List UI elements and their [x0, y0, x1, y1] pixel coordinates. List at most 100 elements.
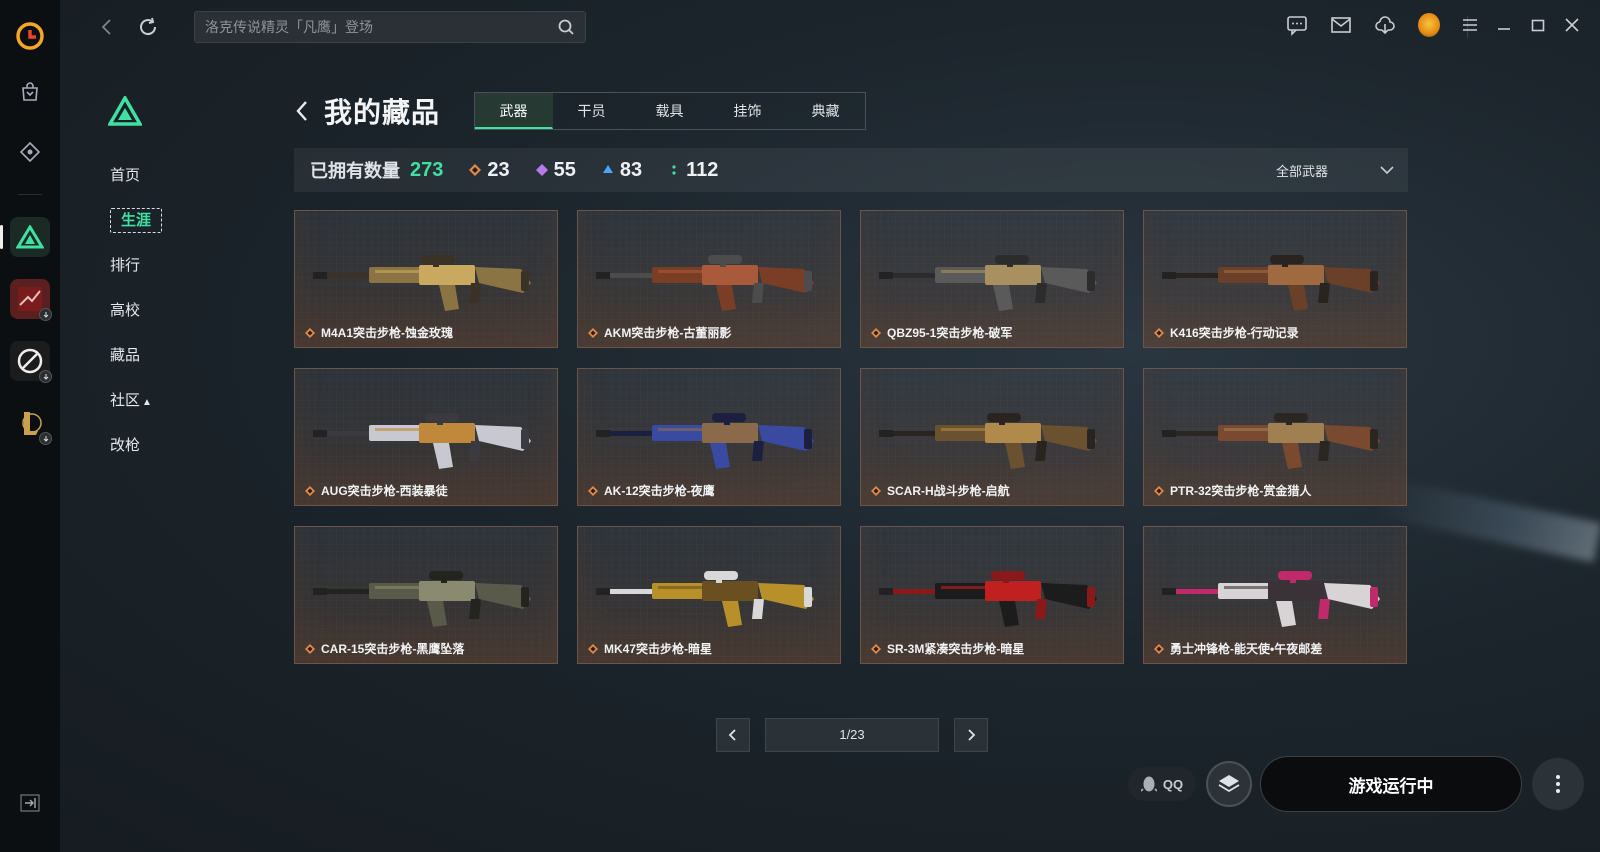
rarity-green: 112: [668, 159, 718, 182]
tab-charms[interactable]: 挂饰: [709, 93, 787, 129]
download-badge-icon: [39, 370, 52, 383]
refresh-icon[interactable]: [136, 15, 160, 39]
subnav-item-community[interactable]: 社区 ▲: [100, 378, 180, 423]
gamepad-icon[interactable]: [10, 132, 50, 172]
owned-label: 已拥有数量: [310, 161, 400, 181]
weapon-card-label: MK47突击步枪-暗星: [588, 640, 712, 657]
subnav-item-gunsmith[interactable]: 改枪: [100, 423, 180, 468]
subnav-item-home[interactable]: 首页: [100, 153, 180, 198]
weapon-skin-image: [313, 571, 531, 627]
weapon-card[interactable]: AKM突击步枪-古董丽影: [577, 210, 841, 348]
menu-icon[interactable]: [1460, 14, 1480, 36]
tab-classics[interactable]: 典藏: [787, 93, 865, 129]
game-subnav: 首页 生涯 排行 高校 藏品 社区 ▲ 改枪: [100, 94, 180, 468]
orange-gem-icon: [305, 643, 315, 654]
collapse-sidebar-icon[interactable]: [20, 794, 40, 812]
orange-gem-icon: [588, 485, 598, 496]
chat-icon[interactable]: [1286, 14, 1308, 36]
top-bar: [60, 0, 1600, 54]
purple-gem-icon: [535, 164, 548, 176]
weapon-card[interactable]: AK-12突击步枪-夜鹰: [577, 368, 841, 506]
orange-gem-icon: [469, 164, 482, 176]
rarity-blue: 83: [602, 159, 642, 182]
game-running-button[interactable]: 游戏运行中: [1260, 756, 1522, 812]
weapon-skin-image: [879, 255, 1097, 311]
qq-button[interactable]: QQ: [1128, 767, 1196, 801]
top-icons: [1286, 13, 1440, 37]
weapon-card-label: AKM突击步枪-古董丽影: [588, 324, 731, 341]
search-box: [194, 11, 586, 43]
tab-weapons[interactable]: 武器: [475, 93, 554, 129]
app-rail: [0, 0, 60, 852]
chevron-up-icon: ▲: [142, 397, 152, 408]
close-icon[interactable]: [1562, 14, 1582, 36]
weapon-skin-image: [313, 255, 531, 311]
weapon-card[interactable]: SR-3M紧凑突击步枪-暗星: [860, 526, 1124, 664]
orange-gem-icon: [305, 485, 315, 496]
game-delta-force-icon[interactable]: [0, 217, 50, 257]
weapon-skin-image: [1162, 413, 1380, 469]
orange-gem-icon: [871, 643, 881, 654]
mail-icon[interactable]: [1330, 14, 1352, 36]
download-badge-icon: [39, 308, 52, 321]
weapon-skin-image: [313, 413, 531, 469]
weapon-card[interactable]: K416突击步枪-行动记录: [1143, 210, 1407, 348]
weapon-skin-image: [879, 571, 1097, 627]
minimize-icon[interactable]: [1494, 14, 1514, 36]
weapon-card[interactable]: 勇士冲锋枪-能天使•午夜邮差: [1143, 526, 1407, 664]
subnav-item-ranking[interactable]: 排行: [100, 243, 180, 288]
game-app-3-icon[interactable]: [10, 341, 52, 383]
game-league-icon[interactable]: [10, 403, 52, 445]
next-page-button[interactable]: [954, 718, 988, 752]
search-icon[interactable]: [557, 18, 575, 36]
orange-gem-icon: [588, 327, 598, 338]
rail-divider: [18, 194, 42, 195]
weapon-skin-image: [1162, 571, 1380, 627]
download-badge-icon: [39, 432, 52, 445]
subnav-item-college[interactable]: 高校: [100, 288, 180, 333]
weapon-card[interactable]: AUG突击步枪-西装暴徒: [294, 368, 558, 506]
tab-operators[interactable]: 干员: [553, 93, 631, 129]
weapon-card[interactable]: PTR-32突击步枪-赏金猎人: [1143, 368, 1407, 506]
page-title: 我的藏品: [324, 97, 441, 128]
download-icon[interactable]: [1374, 14, 1396, 36]
orange-gem-icon: [1154, 485, 1164, 496]
page-indicator: 1/23: [765, 718, 939, 752]
title-back-icon[interactable]: [294, 98, 316, 124]
subnav-item-career[interactable]: 生涯: [100, 198, 180, 243]
orange-gem-icon: [1154, 643, 1164, 654]
weapon-card[interactable]: SCAR-H战斗步枪-启航: [860, 368, 1124, 506]
layers-icon: [1218, 775, 1240, 793]
weapon-grid: M4A1突击步枪-蚀金玫瑰 AKM突击步枪-古董丽影 QBZ95-1突击步枪-破…: [294, 210, 1408, 664]
store-icon[interactable]: [10, 72, 50, 112]
game-app-2-icon[interactable]: [10, 279, 52, 321]
orange-gem-icon: [871, 327, 881, 338]
weapon-filter-dropdown[interactable]: 全部武器: [1276, 148, 1394, 192]
owned-count: 273: [410, 158, 444, 181]
layers-button[interactable]: [1206, 761, 1252, 807]
green-gem-icon: [672, 165, 676, 175]
weapon-card-label: K416突击步枪-行动记录: [1154, 324, 1299, 341]
weapon-card[interactable]: MK47突击步枪-暗星: [577, 526, 841, 664]
weapon-card[interactable]: QBZ95-1突击步枪-破军: [860, 210, 1124, 348]
weapon-card-label: M4A1突击步枪-蚀金玫瑰: [305, 324, 453, 341]
user-avatar[interactable]: [1418, 13, 1440, 37]
subnav-item-collection[interactable]: 藏品: [100, 333, 180, 378]
tab-vehicles[interactable]: 载具: [631, 93, 709, 129]
weapon-card[interactable]: CAR-15突击步枪-黑鹰坠落: [294, 526, 558, 664]
prev-page-button[interactable]: [716, 718, 750, 752]
weapon-card-label: 勇士冲锋枪-能天使•午夜邮差: [1154, 640, 1322, 657]
weapon-skin-image: [596, 255, 814, 311]
pagination: 1/23: [716, 718, 988, 752]
app-logo-icon[interactable]: [14, 20, 46, 52]
collection-content: 我的藏品 武器 干员 载具 挂饰 典藏 已拥有数量 273 23 55 83 1…: [294, 92, 1408, 664]
weapon-card[interactable]: M4A1突击步枪-蚀金玫瑰: [294, 210, 558, 348]
more-options-button[interactable]: [1532, 758, 1584, 810]
search-input[interactable]: [205, 19, 557, 35]
weapon-skin-image: [596, 413, 814, 469]
back-arrow-icon[interactable]: [96, 16, 118, 38]
weapon-skin-image: [879, 413, 1097, 469]
weapon-card-label: SR-3M紧凑突击步枪-暗星: [871, 640, 1024, 657]
weapon-skin-image: [596, 571, 814, 627]
maximize-icon[interactable]: [1528, 14, 1548, 36]
